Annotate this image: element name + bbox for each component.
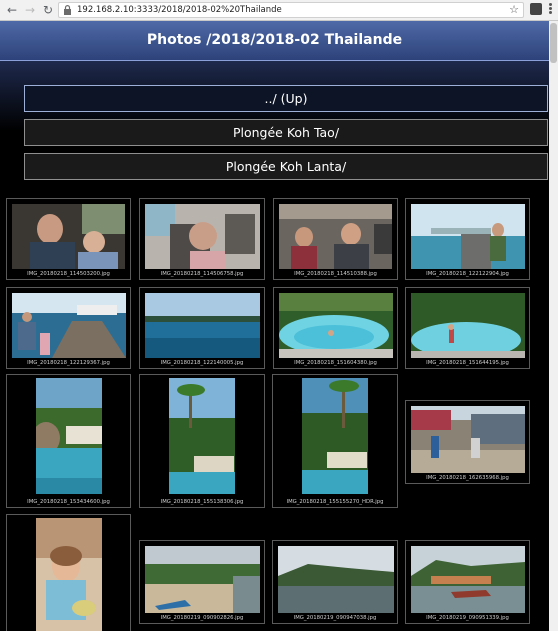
photo-caption: IMG_20180218_162635968.jpg bbox=[426, 475, 509, 481]
photo-image bbox=[278, 546, 394, 613]
photo-image bbox=[12, 204, 125, 269]
url-text[interactable]: 192.168.2.10:3333/2018/2018-02%20Thailan… bbox=[77, 3, 282, 17]
photo-thumbnail[interactable]: IMG_20180218_122122904.jpg bbox=[405, 198, 530, 280]
photo-thumbnail[interactable]: IMG_20180219_090947038.jpg bbox=[272, 540, 398, 624]
scrollbar-thumb[interactable] bbox=[550, 23, 557, 63]
photo-thumbnail[interactable]: IMG_20180218_151644195.jpg bbox=[405, 287, 530, 369]
photo-caption: IMG_20180218_122129367.jpg bbox=[27, 360, 110, 366]
photo-caption: IMG_20180218_114506758.jpg bbox=[160, 271, 244, 277]
back-arrow-icon[interactable]: ← bbox=[4, 2, 20, 18]
photo-thumbnail[interactable]: IMG_20180218_153434600.jpg bbox=[6, 374, 131, 508]
photo-thumbnail[interactable]: IMG_20180218_114506758.jpg bbox=[139, 198, 265, 280]
photo-image bbox=[145, 546, 260, 613]
page-header: Photos /2018/2018-02 Thailande bbox=[0, 21, 549, 61]
photo-image bbox=[411, 406, 525, 473]
forward-arrow-icon[interactable]: → bbox=[22, 2, 38, 18]
photo-caption: IMG_20180218_155155270_HDR.jpg bbox=[286, 499, 384, 505]
photo-image bbox=[302, 378, 368, 494]
photo-caption: IMG_20180218_122122904.jpg bbox=[426, 271, 509, 277]
folder-link-koh-tao[interactable]: Plongée Koh Tao/ bbox=[24, 119, 548, 146]
photo-thumbnail[interactable]: IMG_20180218_122129367.jpg bbox=[6, 287, 131, 369]
photo-thumbnail[interactable]: IMG_20180218_162635968.jpg bbox=[405, 400, 530, 484]
photo-thumbnail[interactable] bbox=[6, 514, 131, 631]
photo-caption: IMG_20180218_122140005.jpg bbox=[160, 360, 244, 366]
photo-image bbox=[12, 293, 126, 358]
photo-thumbnail[interactable]: IMG_20180218_151604380.jpg bbox=[273, 287, 398, 369]
extension-icon[interactable] bbox=[530, 3, 542, 15]
folder-link-koh-lanta[interactable]: Plongée Koh Lanta/ bbox=[24, 153, 548, 180]
photo-caption: IMG_20180219_090947038.jpg bbox=[293, 615, 377, 621]
photo-thumbnail[interactable]: IMG_20180218_114503200.jpg bbox=[6, 198, 131, 280]
photo-image bbox=[145, 204, 260, 269]
photo-image bbox=[411, 204, 525, 269]
photo-image bbox=[279, 204, 392, 269]
scrollbar[interactable] bbox=[549, 21, 558, 631]
bookmark-star-icon[interactable]: ☆ bbox=[509, 3, 519, 17]
photo-caption: IMG_20180218_151604380.jpg bbox=[294, 360, 377, 366]
photo-thumbnail[interactable]: IMG_20180218_155155270_HDR.jpg bbox=[272, 374, 398, 508]
menu-dots-icon[interactable] bbox=[547, 2, 553, 18]
photo-image bbox=[145, 293, 260, 358]
photo-caption: IMG_20180218_155138306.jpg bbox=[160, 499, 244, 505]
photo-caption: IMG_20180218_153434600.jpg bbox=[27, 499, 110, 505]
photo-caption: IMG_20180218_114510388.jpg bbox=[294, 271, 377, 277]
photo-caption: IMG_20180218_114503200.jpg bbox=[27, 271, 110, 277]
folder-link-up[interactable]: ../ (Up) bbox=[24, 85, 548, 112]
page-title: Photos /2018/2018-02 Thailande bbox=[146, 32, 403, 48]
photo-thumbnail[interactable]: IMG_20180219_090951339.jpg bbox=[405, 540, 530, 624]
photo-image bbox=[411, 546, 525, 613]
page-content: Photos /2018/2018-02 Thailande ../ (Up) … bbox=[0, 21, 549, 631]
lock-icon bbox=[64, 5, 71, 15]
photo-image bbox=[411, 293, 525, 358]
photo-caption: IMG_20180219_090902826.jpg bbox=[160, 615, 244, 621]
photo-thumbnail[interactable]: IMG_20180219_090902826.jpg bbox=[139, 540, 265, 624]
photo-image bbox=[36, 518, 102, 631]
photo-thumbnail[interactable]: IMG_20180218_155138306.jpg bbox=[139, 374, 265, 508]
browser-toolbar: ← → ↻ 192.168.2.10:3333/2018/2018-02%20T… bbox=[0, 0, 558, 21]
address-bar[interactable]: 192.168.2.10:3333/2018/2018-02%20Thailan… bbox=[58, 2, 524, 18]
reload-icon[interactable]: ↻ bbox=[40, 2, 56, 18]
photo-caption: IMG_20180219_090951339.jpg bbox=[426, 615, 509, 621]
photo-caption: IMG_20180218_151644195.jpg bbox=[426, 360, 509, 366]
photo-thumbnail[interactable]: IMG_20180218_114510388.jpg bbox=[273, 198, 398, 280]
photo-image bbox=[279, 293, 393, 358]
photo-thumbnail[interactable]: IMG_20180218_122140005.jpg bbox=[139, 287, 265, 369]
photo-image bbox=[36, 378, 102, 494]
photo-image bbox=[169, 378, 235, 494]
